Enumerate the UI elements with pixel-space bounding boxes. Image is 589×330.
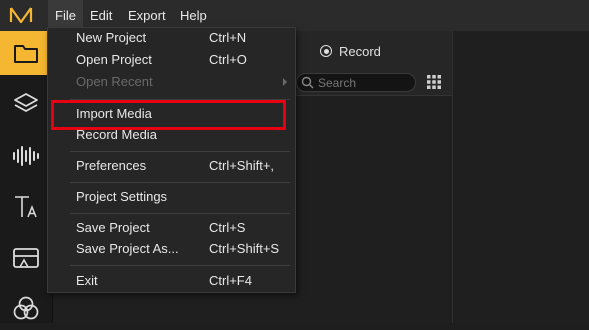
menu-divider	[70, 213, 290, 214]
record-option[interactable]: Record	[320, 42, 381, 60]
menu-item-label: Save Project As...	[76, 241, 179, 256]
menu-item-shortcut: Ctrl+Shift+,	[209, 158, 275, 173]
file-menu-dropdown: New Project Ctrl+N Open Project Ctrl+O O…	[47, 27, 296, 293]
search-input[interactable]: Search	[296, 73, 416, 92]
menu-item-label: Open Project	[76, 52, 152, 67]
menu-item-project-settings[interactable]: Project Settings	[48, 187, 295, 207]
record-label: Record	[339, 43, 381, 59]
preview-panel	[452, 31, 589, 323]
menu-divider	[70, 182, 290, 183]
left-toolbar	[0, 31, 53, 323]
menu-item-label: Exit	[76, 273, 98, 288]
audio-waveform-icon	[13, 146, 39, 166]
menu-item-label: Preferences	[76, 158, 147, 173]
menu-item-save-project-as[interactable]: Save Project As... Ctrl+Shift+S	[48, 239, 295, 259]
app-logo-icon	[9, 7, 33, 24]
transition-icon	[13, 248, 39, 268]
menu-item-new-project[interactable]: New Project Ctrl+N	[48, 28, 295, 48]
menu-item-label: Save Project	[76, 220, 150, 235]
menu-item-shortcut: Ctrl+S	[209, 220, 246, 235]
menu-item-shortcut: Ctrl+N	[209, 30, 247, 45]
submenu-arrow-icon	[283, 78, 287, 86]
menu-divider	[70, 151, 290, 152]
effects-icon	[13, 296, 39, 320]
menu-item-label: Open Recent	[76, 74, 153, 89]
menu-item-open-recent: Open Recent	[48, 72, 295, 92]
menu-divider	[70, 265, 290, 266]
media-tool[interactable]	[0, 31, 52, 75]
text-tool[interactable]	[0, 185, 52, 229]
transition-tool[interactable]	[0, 236, 52, 280]
menu-item-shortcut: Ctrl+Shift+S	[209, 241, 280, 256]
highlight-box	[51, 100, 286, 130]
folder-icon	[14, 45, 38, 63]
search-placeholder: Search	[318, 75, 357, 90]
menu-item-preferences[interactable]: Preferences Ctrl+Shift+,	[48, 156, 295, 176]
menu-item-exit[interactable]: Exit Ctrl+F4	[48, 271, 295, 291]
menu-item-open-project[interactable]: Open Project Ctrl+O	[48, 50, 295, 70]
record-radio-icon[interactable]	[320, 45, 332, 57]
layers-tool[interactable]	[0, 81, 52, 125]
search-icon	[301, 76, 314, 89]
grid-view-icon[interactable]	[427, 75, 441, 89]
effects-tool[interactable]	[0, 286, 52, 330]
menu-item-shortcut: Ctrl+O	[209, 52, 247, 67]
layers-icon	[14, 93, 38, 112]
menu-item-shortcut: Ctrl+F4	[209, 273, 252, 288]
text-icon	[15, 196, 37, 218]
menu-item-label: New Project	[76, 30, 147, 45]
menu-item-label: Project Settings	[76, 189, 168, 204]
menu-item-save-project[interactable]: Save Project Ctrl+S	[48, 218, 295, 238]
audio-tool[interactable]	[0, 134, 52, 178]
